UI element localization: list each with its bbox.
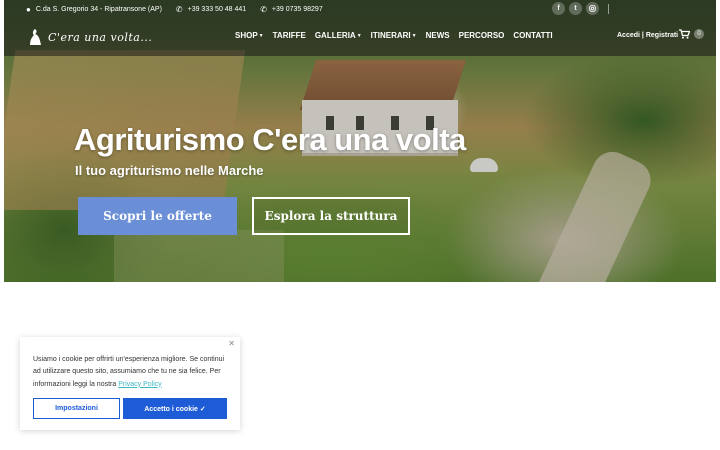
phone-icon: ✆ <box>260 4 267 14</box>
topbar-divider <box>608 4 609 14</box>
cookie-message: Usiamo i cookie per offrirti un'esperien… <box>33 354 233 391</box>
chevron-down-icon: ▼ <box>411 32 417 39</box>
facebook-icon[interactable]: f <box>552 2 565 15</box>
location-pin-icon: ● <box>26 4 31 14</box>
hero-title: Agriturismo C'era una volta <box>74 122 466 157</box>
menu-item-label: SHOP <box>235 31 258 40</box>
main-menu: SHOP ▼ TARIFFE GALLERIA ▼ ITINERARI ▼ NEWS … <box>235 31 562 40</box>
menu-item-label: ITINERARI <box>370 31 411 40</box>
menu-item-label: NEWS <box>425 31 450 40</box>
cookie-banner: ✕ Usiamo i cookie per offrirti un'esperi… <box>20 337 240 430</box>
logo-figure-icon <box>30 29 41 45</box>
menu-item-galleria[interactable]: GALLERIA ▼ <box>315 31 362 40</box>
hero-subtitle: Il tuo agriturismo nelle Marche <box>75 163 264 178</box>
cookie-settings-button[interactable]: Impostazioni <box>33 398 120 419</box>
page: ● C.da S. Gregorio 34 - Ripatransone (AP… <box>0 0 720 450</box>
landline-phone-text[interactable]: +39 0735 98297 <box>272 6 323 13</box>
cart-count-badge: 0 <box>694 29 704 39</box>
cart-icon <box>679 29 690 39</box>
landline-phone-info[interactable]: ✆ +39 0735 98297 <box>260 5 323 14</box>
phone-icon: ✆ <box>175 4 183 14</box>
social-links: f t <box>552 2 603 15</box>
offers-button[interactable]: Scopri le offerte <box>78 197 237 235</box>
explore-button[interactable]: Esplora la struttura <box>252 197 410 235</box>
menu-item-label: PERCORSO <box>458 31 505 40</box>
menu-item-label: GALLERIA <box>314 31 356 40</box>
menu-item-label: TARIFFE <box>272 31 306 40</box>
address-info: ● C.da S. Gregorio 34 - Ripatransone (AP… <box>26 5 162 14</box>
mobile-phone-text[interactable]: +39 333 50 48 441 <box>188 6 247 13</box>
main-navbar: C'era una volta... SHOP ▼ TARIFFE GALLERI… <box>4 18 716 56</box>
mobile-phone-info[interactable]: ✆ +39 333 50 48 441 <box>176 5 246 14</box>
menu-item-shop[interactable]: SHOP ▼ <box>235 31 264 40</box>
account-separator: | <box>641 32 644 39</box>
menu-item-percorso[interactable]: PERCORSO <box>459 31 505 40</box>
chevron-down-icon: ▼ <box>258 32 264 39</box>
menu-item-news[interactable]: NEWS <box>426 31 450 40</box>
top-info-bar: ● C.da S. Gregorio 34 - Ripatransone (AP… <box>4 0 716 18</box>
privacy-policy-link[interactable]: Privacy Policy <box>118 381 162 388</box>
site-logo[interactable]: C'era una volta... <box>28 28 152 46</box>
cart-button[interactable]: 0 <box>679 29 704 39</box>
twitter-icon[interactable]: t <box>569 2 582 15</box>
login-link[interactable]: Accedi <box>617 32 640 39</box>
instagram-icon[interactable] <box>586 2 599 15</box>
chevron-down-icon: ▼ <box>356 32 362 39</box>
register-link[interactable]: Registrati <box>646 32 678 39</box>
menu-item-contatti[interactable]: CONTATTI <box>513 31 552 40</box>
account-links: Accedi | Registrati <box>617 32 678 39</box>
accept-cookies-button[interactable]: Accetto i cookie ✓ <box>123 398 227 419</box>
address-text: C.da S. Gregorio 34 - Ripatransone (AP) <box>35 5 162 13</box>
menu-item-tariffe[interactable]: TARIFFE <box>273 31 306 40</box>
menu-item-itinerari[interactable]: ITINERARI ▼ <box>371 31 417 40</box>
logo-text: C'era una volta... <box>48 30 153 44</box>
close-icon[interactable]: ✕ <box>228 339 235 348</box>
menu-item-label: CONTATTI <box>513 31 553 40</box>
